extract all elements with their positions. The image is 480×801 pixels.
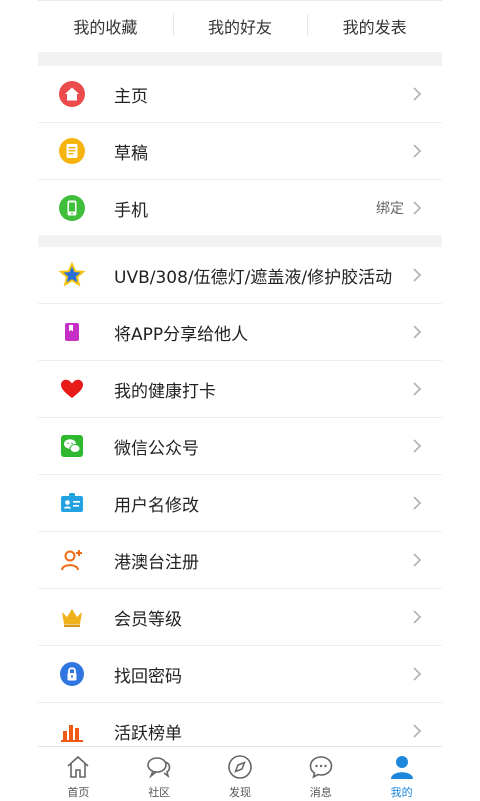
menu-item-label: 手机 [114,200,148,221]
chevron-right-icon [413,144,422,158]
chevron-right-icon [413,610,422,624]
nav-label: 我的 [390,786,413,799]
menu-item-phone[interactable]: 手机 绑定 [38,180,442,237]
section-gap [38,235,442,247]
menu-item-label: 活跃榜单 [114,723,182,744]
menu-item-label: 会员等级 [114,609,182,630]
menu-item-membership[interactable]: 会员等级 [38,589,442,646]
chevron-right-icon [413,325,422,339]
tab-favorites[interactable]: 我的收藏 [38,14,173,38]
wechat-icon [61,435,83,457]
chevron-right-icon [413,667,422,681]
menu-item-campaign[interactable]: UVB/308/伍德灯/遮盖液/修护胶活动 [38,247,442,304]
menu-item-label: 草稿 [114,143,148,164]
menu-item-reset-password[interactable]: 找回密码 [38,646,442,703]
menu-item-label: 港澳台注册 [114,552,199,573]
lock-icon [60,662,84,686]
tab-friends[interactable]: 我的好友 [172,14,308,38]
menu-item-label: 将APP分享给他人 [114,324,249,345]
bottom-nav: 首页 社区 发现 消息 我的 [38,746,442,801]
section-gap [38,52,442,66]
menu-group-1: 主页 草稿 手机 绑定 [38,66,442,237]
menu-item-label: UVB/308/伍德灯/遮盖液/修护胶活动 [114,267,393,288]
menu-item-health-checkin[interactable]: 我的健康打卡 [38,361,442,418]
draft-icon [59,138,85,164]
id-card-icon [61,493,83,512]
menu-item-label: 找回密码 [114,666,182,687]
home-icon [59,81,85,107]
nav-messages[interactable]: 消息 [280,747,361,801]
chevron-right-icon [413,553,422,567]
menu-group-2: UVB/308/伍德灯/遮盖液/修护胶活动 将APP分享给他人 我的健康打卡 微… [38,247,442,760]
menu-item-hmt-register[interactable]: 港澳台注册 [38,532,442,589]
compass-icon [228,755,252,779]
nav-mine[interactable]: 我的 [361,747,442,801]
add-user-icon [61,550,82,571]
message-icon [309,756,333,779]
nav-label: 首页 [67,786,90,799]
profile-tabs: 我的收藏 我的好友 我的发表 [38,0,442,52]
phone-icon [59,195,85,221]
home-outline-icon [67,755,89,778]
chevron-right-icon [413,268,422,282]
menu-item-label: 微信公众号 [114,438,199,459]
tab-posts[interactable]: 我的发表 [307,14,442,38]
bind-status: 绑定 [376,201,404,217]
chevron-right-icon [413,382,422,396]
heart-icon [61,379,83,398]
chevron-right-icon [413,201,422,215]
nav-home[interactable]: 首页 [38,747,119,801]
menu-item-label: 用户名修改 [114,495,199,516]
nav-discover[interactable]: 发现 [200,747,281,801]
user-icon [390,756,413,779]
star-icon [58,261,86,287]
nav-label: 消息 [309,786,332,799]
nav-label: 社区 [148,786,171,799]
community-icon [147,757,171,779]
menu-item-rename[interactable]: 用户名修改 [38,475,442,532]
menu-item-label: 主页 [114,86,148,107]
share-book-icon [65,323,79,341]
profile-page: 我的收藏 我的好友 我的发表 主页 草稿 手机 绑定 UVB/308/伍德灯/遮… [38,0,442,801]
ranking-chart-icon [61,725,83,742]
chevron-right-icon [413,496,422,510]
nav-community[interactable]: 社区 [119,747,200,801]
menu-item-drafts[interactable]: 草稿 [38,123,442,180]
menu-item-label: 我的健康打卡 [114,381,216,402]
nav-label: 发现 [228,786,251,799]
chevron-right-icon [413,724,422,738]
chevron-right-icon [413,439,422,453]
menu-item-home[interactable]: 主页 [38,66,442,123]
crown-icon [62,609,82,627]
chevron-right-icon [413,87,422,101]
menu-item-share-app[interactable]: 将APP分享给他人 [38,304,442,361]
menu-item-wechat[interactable]: 微信公众号 [38,418,442,475]
